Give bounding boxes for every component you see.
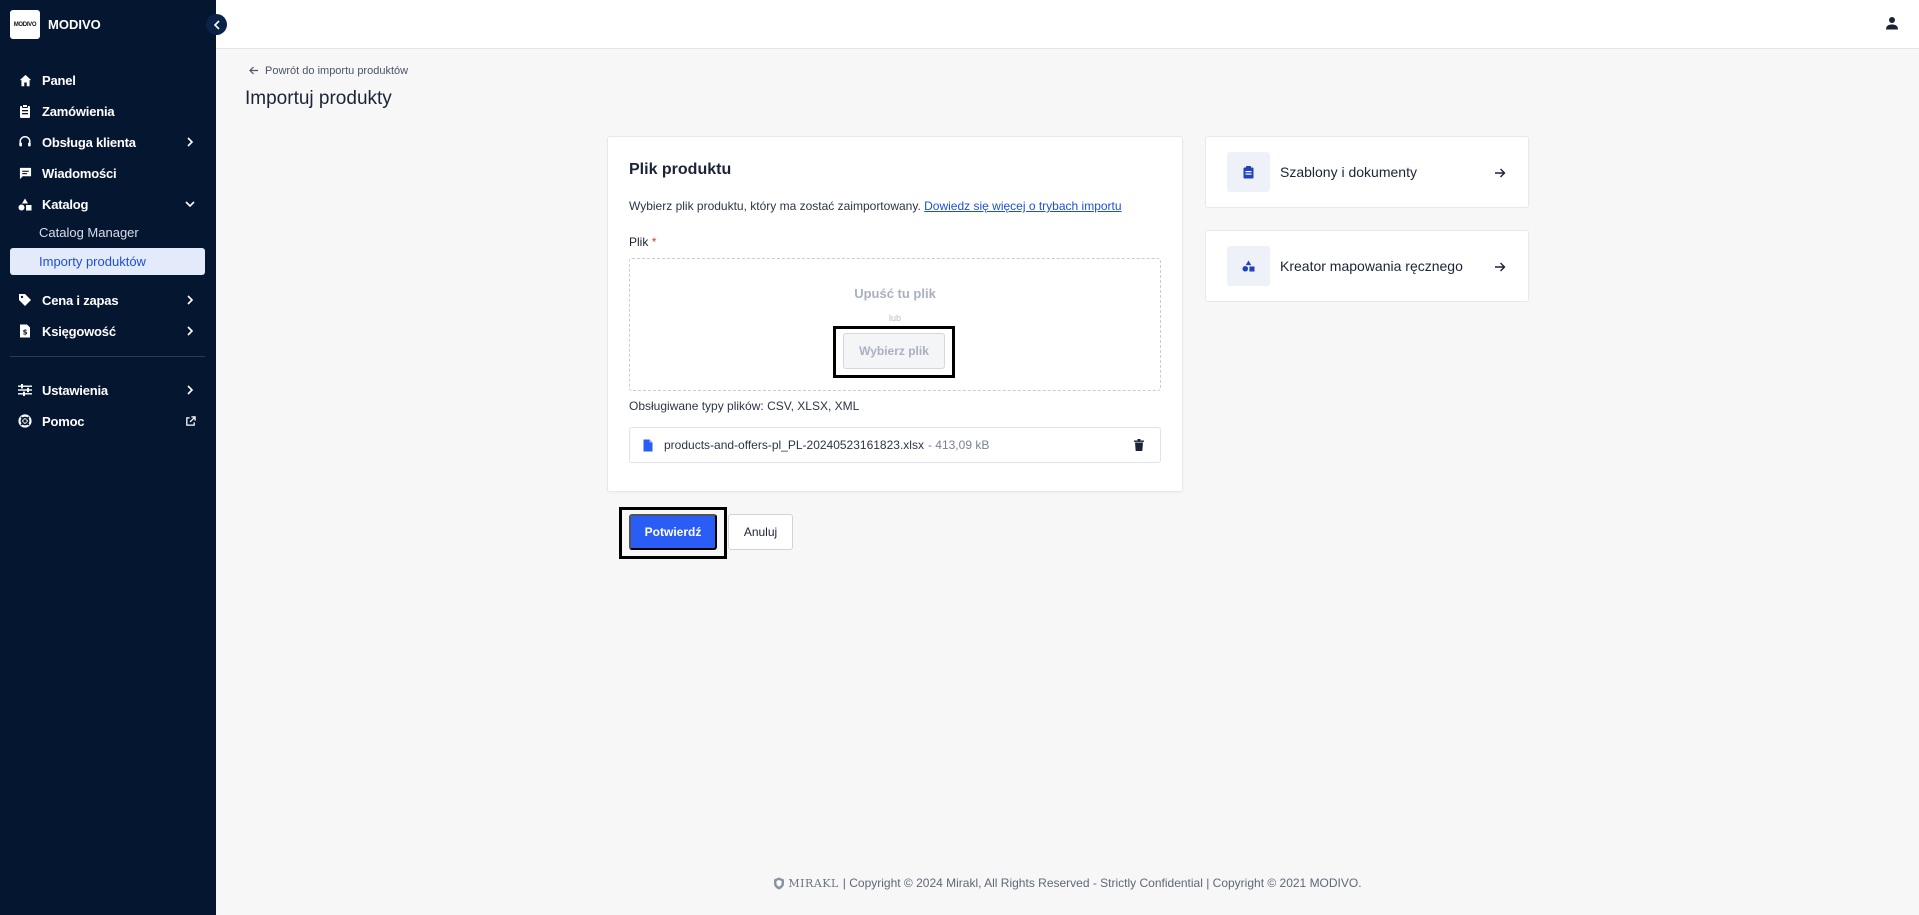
collapse-sidebar-button[interactable] [206, 14, 227, 35]
selected-file-row: products-and-offers-pl_PL-20240523161823… [629, 427, 1161, 463]
templates-documents-card[interactable]: Szablony i dokumenty [1205, 136, 1529, 208]
sidebar-item-label: Pomoc [42, 413, 85, 429]
sidebar-item-messages[interactable]: Wiadomości [10, 159, 205, 187]
home-icon [18, 73, 32, 87]
back-link[interactable]: Powrót do importu produktów [249, 64, 408, 78]
sidebar-divider [10, 356, 205, 357]
card-title: Plik produktu [629, 161, 732, 178]
or-text: lub [888, 313, 901, 323]
arrow-right-icon [1494, 165, 1506, 181]
arrow-left-icon [249, 64, 259, 78]
footer: MIRAKL | Copyright © 2024 Mirakl, All Ri… [216, 876, 1919, 890]
description-text: Wybierz plik produktu, który ma zostać z… [629, 199, 921, 213]
learn-more-link[interactable]: Dowiedz się więcej o trybach importu [924, 199, 1121, 213]
sidebar-item-label: Cena i zapas [42, 292, 119, 308]
page-title: Importuj produkty [245, 88, 392, 109]
file-icon [643, 438, 655, 452]
file-field-label: Plik * [629, 235, 656, 249]
brand-name: MODIVO [48, 17, 101, 32]
document-icon [1227, 152, 1270, 192]
chevron-right-icon [183, 135, 197, 149]
file-size: - 413,09 kB [927, 438, 990, 452]
user-icon[interactable] [1885, 16, 1901, 32]
sidebar-item-label: Obsługa klienta [42, 134, 136, 150]
sidebar-item-label: Katalog [42, 196, 89, 212]
shield-icon [774, 877, 785, 889]
back-link-label: Powrót do importu produktów [265, 65, 409, 77]
chat-icon [18, 166, 32, 180]
sidebar-item-label: Panel [42, 72, 76, 88]
mirakl-text: MIRAKL [788, 876, 839, 890]
sidebar: MODIVO MODIVO Panel Zamówienia Obsługa k… [0, 0, 216, 915]
sidebar-subitem-product-imports[interactable]: Importy produktów [10, 248, 205, 275]
side-card-label: Kreator mapowania ręcznego [1280, 258, 1463, 274]
supported-file-types: Obsługiwane typy plików: CSV, XLSX, XML [629, 399, 860, 413]
file-dropzone[interactable]: Upuść tu plik lub Wybierz plik [629, 258, 1161, 391]
tag-icon [18, 293, 32, 307]
sidebar-subitem-catalog-manager[interactable]: Catalog Manager [10, 219, 205, 246]
sidebar-item-orders[interactable]: Zamówienia [10, 97, 205, 125]
top-bar [216, 0, 1919, 49]
card-description: Wybierz plik produktu, który ma zostać z… [629, 199, 1122, 213]
sidebar-item-label: Zamówienia [42, 103, 115, 119]
file-name: products-and-offers-pl_PL-20240523161823… [664, 438, 924, 452]
choose-file-button[interactable]: Wybierz plik [843, 333, 945, 369]
mirakl-logo: MIRAKL [773, 877, 838, 890]
sidebar-item-label: Wiadomości [42, 165, 117, 181]
product-file-card: Plik produktu Wybierz plik produktu, któ… [607, 136, 1183, 492]
sidebar-item-label: Księgowość [42, 323, 116, 339]
lifebuoy-icon [18, 414, 32, 428]
chevron-right-icon [183, 293, 197, 307]
headset-icon [18, 135, 32, 149]
drop-text: Upuść tu plik [854, 286, 936, 301]
sidebar-item-help[interactable]: Pomoc [10, 407, 205, 435]
sidebar-item-catalog[interactable]: Katalog [10, 190, 205, 218]
chevron-right-icon [183, 324, 197, 338]
footer-copyright: | Copyright © 2024 Mirakl, All Rights Re… [842, 876, 1362, 890]
cancel-button[interactable]: Anuluj [728, 514, 793, 550]
sidebar-item-price-stock[interactable]: Cena i zapas [10, 286, 205, 314]
sidebar-item-label: Ustawienia [42, 382, 108, 398]
sidebar-item-settings[interactable]: Ustawienia [10, 376, 205, 404]
trash-icon[interactable] [1134, 438, 1148, 452]
clipboard-icon [18, 104, 32, 118]
shapes-icon [1227, 246, 1270, 286]
side-card-label: Szablony i dokumenty [1280, 164, 1417, 180]
chevron-left-icon [213, 19, 220, 30]
chevron-down-icon [183, 197, 197, 211]
sidebar-item-accounting[interactable]: $ Księgowość [10, 317, 205, 345]
manual-mapping-wizard-card[interactable]: Kreator mapowania ręcznego [1205, 230, 1529, 302]
sidebar-item-panel[interactable]: Panel [10, 66, 205, 94]
chevron-right-icon [183, 383, 197, 397]
svg-text:$: $ [23, 329, 28, 337]
shapes-icon [18, 197, 32, 211]
brand-logo: MODIVO [10, 10, 40, 39]
sidebar-item-customer-service[interactable]: Obsługa klienta [10, 128, 205, 156]
field-label-text: Plik [629, 235, 649, 249]
confirm-button[interactable]: Potwierdź [629, 514, 717, 550]
external-link-icon [183, 414, 197, 428]
invoice-icon: $ [18, 324, 32, 338]
required-mark: * [651, 235, 657, 249]
brand[interactable]: MODIVO MODIVO [10, 10, 101, 39]
sliders-icon [18, 383, 32, 397]
arrow-right-icon [1494, 259, 1506, 275]
